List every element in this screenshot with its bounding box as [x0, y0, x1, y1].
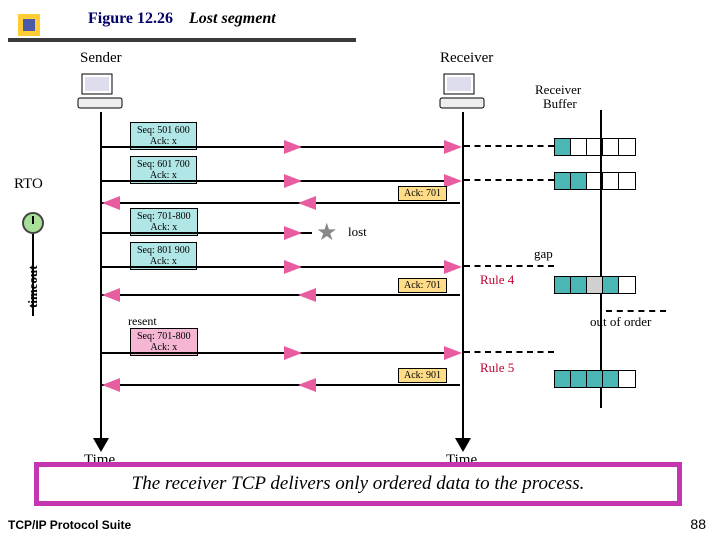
title-rule	[8, 38, 356, 42]
cell	[571, 139, 587, 155]
seg2-arrow-head	[284, 174, 302, 188]
cell	[603, 139, 619, 155]
cell	[619, 139, 635, 155]
cell	[571, 371, 587, 387]
receiver-label: Receiver	[440, 50, 493, 67]
ack-box-2: Ack: 701	[398, 278, 447, 293]
ack-box-1: Ack: 701	[398, 186, 447, 201]
seg5-arrow-head	[284, 346, 302, 360]
slide-bullet-icon	[18, 14, 40, 36]
cell	[619, 173, 635, 189]
cell	[619, 277, 635, 293]
ack3-arrow-head2	[102, 378, 120, 392]
figure-number: Figure 12.26	[88, 10, 173, 27]
seg1-line1: Seq: 501 600	[137, 125, 190, 136]
seg4-arrow-head2	[444, 260, 462, 274]
cell	[587, 139, 603, 155]
seg2-arrow-line	[102, 180, 447, 182]
receiver-lifeline	[462, 112, 464, 442]
buffer-state-4	[554, 370, 636, 388]
cell	[587, 371, 603, 387]
ack2-arrow-line	[102, 294, 460, 296]
sender-label: Sender	[80, 50, 122, 67]
gap-label: gap	[534, 246, 553, 262]
ack1-arrow-head	[298, 196, 316, 210]
cell	[619, 371, 635, 387]
buf3-dash	[464, 265, 554, 267]
ack-box-3: Ack: 901	[398, 368, 447, 383]
buffer-state-3	[554, 276, 636, 294]
buffer-state-1	[554, 138, 636, 156]
resent-label: resent	[128, 314, 157, 329]
ooo-label: out of order	[590, 314, 651, 330]
buf4-dash	[464, 351, 554, 353]
seg4-line1: Seq: 801 900	[137, 245, 190, 256]
page-number: 88	[690, 516, 706, 532]
ooo-dash	[606, 310, 666, 312]
seg1-arrow-head2	[444, 140, 462, 154]
ack3-arrow-head	[298, 378, 316, 392]
ack3-arrow-line	[102, 384, 460, 386]
receiver-time-arrowhead	[455, 438, 471, 452]
cell	[571, 277, 587, 293]
seg2-line1: Seq: 601 700	[137, 159, 190, 170]
cell	[603, 277, 619, 293]
seg1-arrow-line	[102, 146, 447, 148]
buffer-label-2: Buffer	[543, 96, 577, 112]
sequence-diagram: Sender Receiver Receiver Buffer Seq: 501…	[20, 50, 700, 450]
timeout-label: timeout	[25, 265, 41, 308]
cell	[555, 139, 571, 155]
figure-name: Lost segment	[189, 10, 276, 27]
cell	[587, 173, 603, 189]
sender-computer-icon	[76, 72, 126, 112]
seg5-arrow-head2	[444, 346, 462, 360]
seg3-line1: Seq: 701-800	[137, 211, 191, 222]
ack1-arrow-head2	[102, 196, 120, 210]
seg5-arrow-line	[102, 352, 447, 354]
cell	[555, 173, 571, 189]
footer-left: TCP/IP Protocol Suite	[8, 518, 131, 532]
cell-gap	[587, 277, 603, 293]
cell	[555, 277, 571, 293]
seg5-line1: Seq: 701-800	[137, 331, 191, 342]
buf2-dash	[464, 179, 554, 181]
cell	[555, 371, 571, 387]
sender-lifeline	[100, 112, 102, 442]
rule4-label: Rule 4	[480, 272, 514, 288]
ack1-arrow-line	[102, 202, 460, 204]
timer-icon	[22, 212, 44, 234]
buffer-state-2	[554, 172, 636, 190]
cell	[571, 173, 587, 189]
figure-title: Figure 12.26 Lost segment	[88, 10, 276, 28]
seg3-arrow-line	[102, 232, 312, 234]
seg1-arrow-head	[284, 140, 302, 154]
rule5-label: Rule 5	[480, 360, 514, 376]
seg4-arrow-line	[102, 266, 447, 268]
sender-time-arrowhead	[93, 438, 109, 452]
lost-star-icon: ★	[316, 218, 338, 247]
caption-box: The receiver TCP delivers only ordered d…	[34, 462, 682, 506]
cell	[603, 371, 619, 387]
cell	[603, 173, 619, 189]
rto-label: RTO	[14, 176, 43, 193]
caption-text: The receiver TCP delivers only ordered d…	[132, 473, 585, 494]
buf1-dash	[464, 145, 554, 147]
ack2-arrow-head	[298, 288, 316, 302]
seg3-arrow-head	[284, 226, 302, 240]
lost-label: lost	[348, 224, 367, 240]
ack2-arrow-head2	[102, 288, 120, 302]
seg4-arrow-head	[284, 260, 302, 274]
receiver-computer-icon	[438, 72, 488, 112]
